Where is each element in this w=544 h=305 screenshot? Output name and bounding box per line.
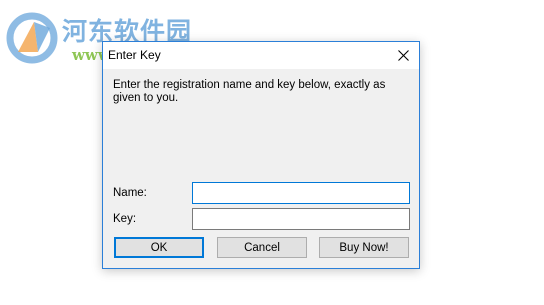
- enter-key-dialog: Enter Key Enter the registration name an…: [102, 41, 420, 269]
- dialog-title: Enter Key: [108, 48, 161, 62]
- site-logo-icon: [6, 12, 58, 64]
- key-input[interactable]: [192, 208, 410, 230]
- key-label: Key:: [113, 213, 137, 225]
- name-label: Name:: [113, 187, 147, 199]
- name-input[interactable]: [192, 182, 410, 204]
- close-icon: [397, 50, 409, 61]
- cancel-button[interactable]: Cancel: [217, 237, 307, 258]
- dialog-titlebar[interactable]: Enter Key: [103, 42, 419, 69]
- ok-button[interactable]: OK: [114, 237, 204, 258]
- close-button[interactable]: [387, 42, 419, 69]
- instruction-text: Enter the registration name and key belo…: [113, 79, 386, 104]
- buy-now-button[interactable]: Buy Now!: [319, 237, 409, 258]
